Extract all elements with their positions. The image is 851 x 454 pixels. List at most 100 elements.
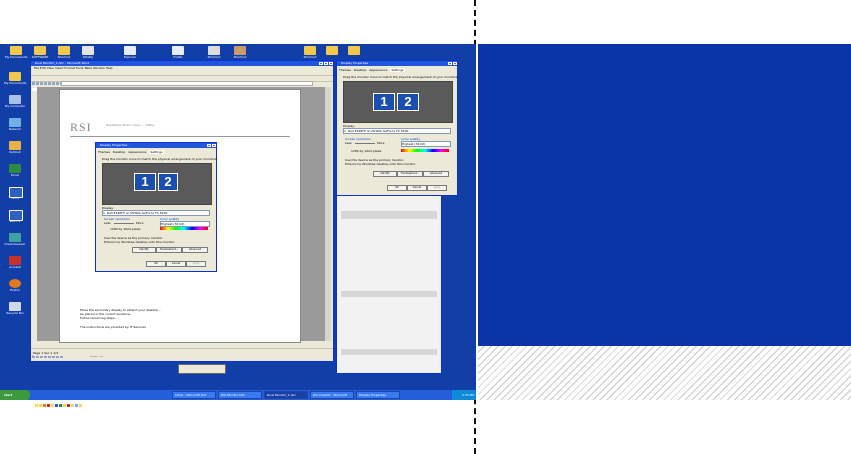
tab-appearance[interactable]: Appearance [369, 68, 387, 72]
ok-button[interactable]: OK [146, 261, 166, 267]
taskbar-button[interactable]: Display Properties [356, 391, 400, 399]
small-popup[interactable] [178, 364, 226, 374]
resolution-slider[interactable] [114, 223, 134, 224]
word-title-bar[interactable]: Dual Monitor_1.doc - Microsoft Word [31, 61, 333, 66]
identify-button[interactable]: Identify [373, 171, 397, 177]
excel-icon[interactable] [9, 164, 21, 173]
document-icon[interactable] [124, 46, 136, 55]
taskbar-button[interactable]: RSI Monitor Info [218, 391, 262, 399]
tab-row[interactable]: Themes Desktop Appearance Settings [98, 150, 214, 154]
monitor-arrangement-area[interactable] [102, 163, 212, 205]
advanced-button[interactable]: Advanced [182, 247, 208, 253]
quick-launch-icon[interactable] [71, 404, 74, 407]
quick-launch-icon[interactable] [59, 404, 62, 407]
ok-button[interactable]: OK [387, 185, 407, 191]
recycle-bin-icon[interactable] [9, 302, 21, 311]
folder-icon[interactable] [326, 46, 338, 55]
acrobat-icon[interactable] [9, 256, 21, 265]
apply-button[interactable]: Apply [186, 261, 206, 267]
color-quality-select[interactable]: Highest (32 bit) [401, 141, 451, 147]
ruler[interactable] [61, 81, 313, 86]
toolbar-icon[interactable] [32, 82, 35, 85]
apply-button[interactable]: Apply [427, 185, 447, 191]
start-button[interactable]: start [0, 390, 30, 400]
identify-button[interactable]: Identify [132, 247, 156, 253]
troubleshoot-button[interactable]: Troubleshoot... [156, 247, 182, 253]
shortcut-icon[interactable] [82, 46, 94, 55]
toolbar-icon[interactable] [48, 82, 51, 85]
outlook-icon[interactable] [9, 141, 21, 150]
close-button[interactable] [328, 62, 333, 65]
tab-themes[interactable]: Themes [98, 150, 110, 154]
network-icon[interactable] [9, 118, 21, 127]
quick-launch-icon[interactable] [43, 404, 46, 407]
quick-launch-icon[interactable] [47, 404, 50, 407]
tab-settings[interactable]: Settings [390, 68, 405, 72]
quick-launch-icon[interactable] [67, 404, 70, 407]
resolution-slider[interactable] [355, 143, 375, 144]
monitor-2-icon[interactable]: 2 [158, 173, 178, 191]
cancel-button[interactable]: Cancel [407, 185, 427, 191]
dialog-title-bar[interactable]: Display Properties [337, 61, 457, 66]
vertical-scrollbar[interactable] [325, 87, 331, 341]
taskbar-button[interactable]: Dual Monitor_1.doc [264, 391, 308, 399]
folder-icon[interactable] [304, 46, 316, 55]
folder-icon[interactable] [348, 46, 360, 55]
folder-icon[interactable] [58, 46, 70, 55]
tab-desktop[interactable]: Desktop [354, 68, 366, 72]
toolbar-icon[interactable] [40, 82, 43, 85]
extend-desktop-checkbox[interactable]: Extend my Windows desktop onto this moni… [104, 240, 175, 244]
close-button[interactable] [452, 62, 457, 65]
top-icon-label: My Documents [5, 55, 28, 59]
tab-desktop[interactable]: Desktop [113, 150, 125, 154]
quick-launch-icon[interactable] [51, 404, 54, 407]
top-icon-label: Shortcut [57, 55, 71, 59]
tab-appearance[interactable]: Appearance [128, 150, 146, 154]
taskbar-button[interactable]: Inbox - Microsoft Out [172, 391, 216, 399]
maximize-button[interactable] [324, 62, 328, 65]
cancel-button[interactable]: Cancel [166, 261, 186, 267]
help-button[interactable] [207, 144, 211, 147]
extend-desktop-checkbox[interactable]: Extend my Windows desktop onto this moni… [345, 162, 416, 166]
quick-launch-icon[interactable] [55, 404, 58, 407]
document-icon[interactable] [172, 46, 184, 55]
quick-launch-icon[interactable] [79, 404, 82, 407]
display-properties-dialog[interactable]: Display Properties Themes Desktop Appearan… [95, 142, 217, 272]
monitor-2-icon[interactable]: 2 [397, 93, 419, 111]
display-select[interactable]: 1. Dell E196FP on NVIDIA GeForce FX 5200 [343, 128, 451, 134]
minimize-button[interactable] [319, 62, 323, 65]
top-icon-label: Shortcut [233, 55, 247, 59]
tab-themes[interactable]: Themes [339, 68, 351, 72]
display-properties-dialog-2[interactable]: Display Properties Themes Desktop Appearan… [336, 60, 458, 196]
color-preview-bar [401, 149, 449, 152]
quick-launch-icon[interactable] [75, 404, 78, 407]
troubleshoot-button[interactable]: Troubleshoot... [397, 171, 423, 177]
display-select[interactable]: 1. Dell E196FP on NVIDIA GeForce FX 5200 [102, 210, 210, 216]
folder-icon[interactable] [10, 46, 22, 55]
dialog-title-bar[interactable]: Display Properties [96, 143, 216, 148]
my-computer-icon[interactable] [9, 95, 21, 104]
user-icon[interactable] [234, 46, 246, 55]
monitor-1-icon[interactable]: 1 [373, 93, 395, 111]
letterhead-rule [70, 136, 290, 137]
tab-settings[interactable]: Settings [149, 150, 164, 154]
tab-row[interactable]: Themes Desktop Appearance Settings [339, 68, 455, 72]
quick-launch-icon[interactable] [63, 404, 66, 407]
toolbar-icon[interactable] [36, 82, 39, 85]
folder-icon[interactable] [34, 46, 46, 55]
toolbar-icon[interactable] [44, 82, 47, 85]
quick-launch-icon[interactable] [39, 404, 42, 407]
toolbar-icon[interactable] [56, 82, 59, 85]
advanced-button[interactable]: Advanced [423, 171, 449, 177]
help-button[interactable] [448, 62, 452, 65]
toolbar-icon[interactable] [52, 82, 55, 85]
close-button[interactable] [211, 144, 216, 147]
taskbar-button[interactable]: Document2 - Microsoft [310, 391, 354, 399]
drawing-toolbar[interactable] [31, 343, 333, 358]
my-documents-icon[interactable] [9, 72, 21, 81]
quick-launch-icon[interactable] [35, 404, 38, 407]
dreamweaver-icon[interactable] [9, 233, 21, 242]
shortcut-icon[interactable] [208, 46, 220, 55]
monitor-1-icon[interactable]: 1 [134, 173, 156, 191]
firefox-icon[interactable] [9, 279, 21, 288]
